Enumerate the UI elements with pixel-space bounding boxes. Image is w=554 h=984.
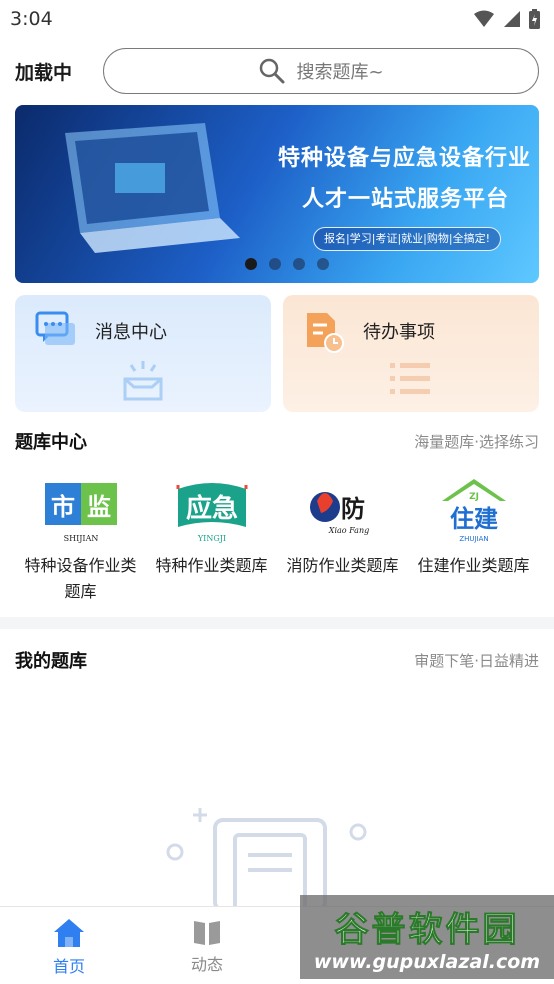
status-time: 3:04 (10, 8, 53, 30)
search-placeholder: 搜索题库~ (296, 62, 384, 83)
svg-text:ZHUJIAN: ZHUJIAN (459, 535, 488, 543)
carousel-dot[interactable] (269, 258, 281, 270)
svg-text:监: 监 (87, 493, 111, 521)
zhujian-logo-icon: ZJ 住建 ZHUJIAN (434, 475, 514, 547)
bank-item-yingji[interactable]: 应急 YINGJI 特种作业类题库 (146, 475, 277, 605)
carousel-dot[interactable] (293, 258, 305, 270)
section-divider (0, 617, 554, 629)
todo-doc-icon (307, 313, 344, 353)
my-bank-header: 我的题库 审题下笔·日益精进 (15, 647, 539, 673)
svg-text:ZJ: ZJ (469, 492, 479, 502)
my-bank-subtitle: 审题下笔·日益精进 (414, 651, 539, 670)
todo-card[interactable]: 待办事项 (283, 295, 539, 412)
svg-text:防: 防 (341, 494, 365, 523)
watermark-url: www.gupuxlazal.com (313, 950, 541, 973)
my-bank-title: 我的题库 (15, 651, 87, 672)
bank-item-label: 消防作业类题库 (286, 556, 399, 575)
bank-item-label: 特种作业类题库 (155, 556, 268, 575)
bank-center-header: 题库中心 海量题库·选择练习 (15, 428, 539, 454)
inbox-icon (123, 361, 163, 401)
bank-center-title: 题库中心 (15, 432, 87, 453)
battery-icon (529, 9, 540, 29)
empty-state-icon (166, 808, 367, 910)
svg-text:应急: 应急 (185, 493, 237, 524)
carousel-dot[interactable] (245, 258, 257, 270)
status-bar: 3:04 (0, 0, 554, 38)
bank-item-xiaofang[interactable]: 防 Xiao Fang 消防作业类题库 (277, 475, 408, 605)
message-icon (35, 311, 75, 345)
search-bar[interactable]: 搜索题库~ (103, 48, 539, 94)
svg-text:YINGJI: YINGJI (196, 534, 225, 543)
search-icon (260, 58, 285, 84)
carousel-indicator[interactable] (245, 258, 329, 270)
list-icon (390, 363, 430, 394)
laptop-illustration (65, 123, 240, 253)
svg-text:市: 市 (51, 493, 75, 521)
site-watermark: 谷普软件园 www.gupuxlazal.com (300, 895, 554, 979)
location-loading-label[interactable]: 加载中 (15, 58, 103, 85)
tab-home[interactable]: 首页 (0, 907, 138, 984)
status-icons (473, 9, 540, 29)
tab-dynamic-label: 动态 (190, 955, 223, 974)
bank-item-zhujian[interactable]: ZJ 住建 ZHUJIAN 住建作业类题库 (408, 475, 539, 605)
bank-center-grid: 市 监 SHIJIAN 特种设备作业类题库 应急 YINGJI 特种作业类题库 … (15, 475, 539, 605)
shijian-logo-icon: 市 监 SHIJIAN (41, 475, 121, 547)
wifi-icon (474, 10, 494, 27)
promo-banner[interactable]: 特种设备与应急设备行业 人才一站式服务平台 报名|学习|考证|就业|购物|全搞定… (15, 105, 539, 283)
tab-home-label: 首页 (52, 957, 85, 976)
top-bar: 加载中 搜索题库~ (0, 46, 554, 96)
home-icon (54, 919, 84, 947)
xiaofang-logo-icon: 防 Xiao Fang (303, 475, 383, 547)
tab-dynamic[interactable]: 动态 (138, 907, 276, 984)
watermark-title: 谷普软件园 (334, 909, 520, 950)
message-center-label: 消息中心 (95, 322, 167, 343)
svg-text:SHIJIAN: SHIJIAN (63, 534, 98, 543)
bank-center-subtitle[interactable]: 海量题库·选择练习 (414, 431, 539, 452)
book-icon (194, 921, 220, 945)
todo-label: 待办事项 (363, 322, 435, 343)
signal-icon (504, 11, 520, 27)
svg-text:Xiao Fang: Xiao Fang (327, 526, 368, 535)
banner-title-line2: 人才一站式服务平台 (301, 187, 509, 212)
bank-item-label: 特种设备作业类题库 (24, 556, 137, 601)
bank-item-label: 住建作业类题库 (417, 556, 530, 575)
carousel-dot[interactable] (317, 258, 329, 270)
svg-text:住建: 住建 (450, 505, 498, 533)
banner-tagline: 报名|学习|考证|就业|购物|全搞定! (313, 227, 501, 251)
message-center-card[interactable]: 消息中心 (15, 295, 271, 412)
yingji-logo-icon: 应急 YINGJI (172, 475, 252, 547)
bank-item-shijian[interactable]: 市 监 SHIJIAN 特种设备作业类题库 (15, 475, 146, 605)
banner-title-line1: 特种设备与应急设备行业 (277, 146, 531, 171)
